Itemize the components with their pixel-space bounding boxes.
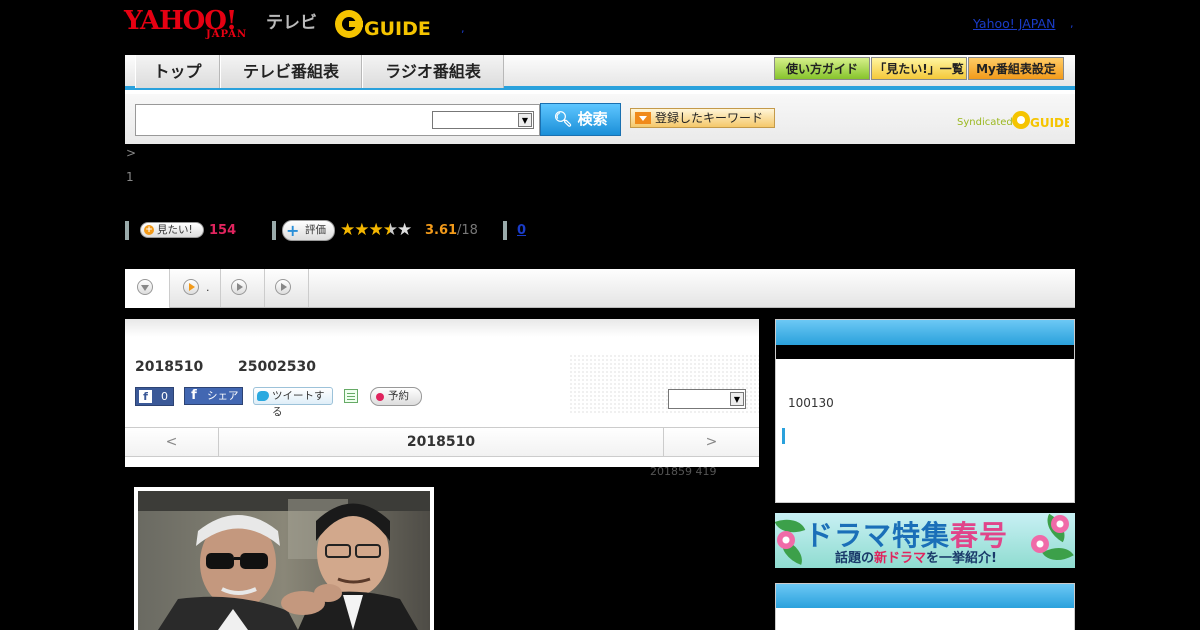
- want-to-watch-count: 154: [209, 223, 237, 238]
- subtab-3[interactable]: [221, 269, 265, 307]
- broadcast-time: 25002530: [238, 359, 316, 375]
- rate-button[interactable]: + 評価: [282, 220, 335, 241]
- program-photo: [134, 487, 434, 630]
- nav-tab-top[interactable]: トップ: [135, 55, 220, 88]
- subtab-4[interactable]: [265, 269, 309, 307]
- logo-japan-text: JAPAN: [206, 29, 248, 40]
- play-icon: [275, 279, 291, 295]
- sidebar-panel-2: [775, 583, 1075, 630]
- gguide-logo-text: GUIDE: [364, 18, 431, 40]
- play-icon: [231, 279, 247, 295]
- want-to-watch-list-button[interactable]: 「見たい!」一覧: [871, 57, 967, 80]
- calendar-add-icon[interactable]: [344, 389, 358, 403]
- record-reservation-label: 予約: [388, 390, 409, 402]
- nav-tabs: トップ テレビ番組表 ラジオ番組表 使い方ガイド 「見たい!」一覧 My番組表設…: [125, 55, 1075, 90]
- want-to-watch-button[interactable]: + 見たい!: [140, 222, 204, 238]
- current-day: 2018510: [406, 434, 476, 450]
- sidebar-count: 100130: [788, 396, 834, 410]
- sidebar-panel: 100130: [775, 319, 1075, 503]
- facebook-icon: f: [191, 388, 197, 403]
- header-separator: ,: [461, 22, 465, 35]
- plus-icon: +: [144, 225, 154, 235]
- program-photo-image: [138, 491, 430, 630]
- rate-label: 評価: [305, 224, 326, 236]
- search-icon: 🔍︎: [553, 110, 573, 128]
- day-navigation: < 2018510 >: [125, 427, 759, 457]
- yahoo-japan-logo[interactable]: YAHOO! JAPAN: [124, 6, 264, 42]
- banner-subtitle: 話題の新ドラマを一挙紹介!: [835, 551, 997, 566]
- sidebar-panel-2-header: [776, 584, 1074, 608]
- sidebar-panel-header: [776, 320, 1074, 345]
- next-day-button[interactable]: >: [663, 428, 759, 456]
- flower-icon: [1031, 535, 1049, 553]
- subtab-overview[interactable]: [125, 269, 170, 308]
- subtab-2-label: .: [206, 281, 210, 294]
- flower-icon: [1051, 515, 1069, 533]
- tweet-button[interactable]: ツイートする: [253, 387, 333, 418]
- syndicated-gguide-logo: Syndicated GUIDE: [957, 108, 1069, 132]
- chevron-down-icon: ▼: [518, 113, 532, 127]
- usage-guide-button[interactable]: 使い方ガイド: [774, 57, 870, 80]
- global-navigation: トップ テレビ番組表 ラジオ番組表 使い方ガイド 「見たい!」一覧 My番組表設…: [125, 55, 1075, 144]
- triangle-down-icon: [137, 279, 153, 295]
- facebook-like-button[interactable]: f 0: [135, 387, 174, 406]
- star-half-icon: ★: [382, 220, 398, 240]
- program-info-panel: 2018510 25002530 f 0 f シェア ツイートする 予約 ▼ <…: [125, 319, 759, 467]
- svg-text:GUIDE: GUIDE: [1030, 116, 1069, 130]
- gguide-small-logo-icon: GUIDE: [1012, 111, 1069, 130]
- yahoo-link-suffix: ,: [1070, 17, 1074, 30]
- search-button[interactable]: 🔍︎ 検索: [540, 103, 621, 136]
- update-info: 201859 419: [650, 465, 717, 478]
- want-to-watch-label: 見たい!: [157, 224, 193, 236]
- saved-keywords-button[interactable]: 登録したキーワード: [630, 108, 775, 128]
- star-icon: ★: [368, 220, 384, 240]
- record-icon: [376, 393, 384, 401]
- syndicated-text: Syndicated: [957, 117, 1013, 128]
- plus-icon: +: [286, 221, 300, 240]
- play-orange-icon: [183, 279, 199, 295]
- divider: [782, 428, 785, 444]
- program-subtabs: .: [125, 269, 1075, 308]
- search-category-select[interactable]: ▼: [432, 111, 534, 129]
- divider: [503, 221, 507, 240]
- record-reservation-button[interactable]: 予約: [370, 387, 422, 406]
- subtab-2[interactable]: .: [170, 269, 221, 307]
- saved-keywords-label: 登録したキーワード: [655, 111, 764, 125]
- tweet-label: ツイートする: [272, 390, 325, 418]
- flower-icon: [777, 531, 795, 549]
- divider: [272, 221, 276, 240]
- yahoo-japan-link[interactable]: Yahoo! JAPAN: [973, 16, 1055, 31]
- rating-value: 3.61: [425, 223, 458, 238]
- my-listing-settings-button[interactable]: My番組表設定: [968, 57, 1064, 80]
- star-icon: ★: [340, 220, 355, 240]
- chevron-down-icon: ▼: [730, 392, 744, 406]
- star-icon: ★: [354, 220, 369, 240]
- breadcrumb: >: [126, 146, 137, 160]
- star-rating: ★★★★★: [340, 220, 412, 240]
- review-count-link[interactable]: 0: [517, 223, 526, 238]
- nav-tab-tv-listings[interactable]: テレビ番組表: [220, 55, 362, 88]
- service-name[interactable]: テレビ: [266, 8, 317, 33]
- drama-special-banner[interactable]: ドラマ特集春号 話題の新ドラマを一挙紹介!: [775, 513, 1075, 568]
- facebook-share-label: シェア: [207, 390, 239, 402]
- gguide-logo[interactable]: GUIDE: [334, 6, 434, 42]
- previous-day-button[interactable]: <: [125, 428, 219, 456]
- program-action-select[interactable]: ▼: [668, 389, 746, 409]
- rating-count: /18: [457, 223, 478, 238]
- search-button-label: 検索: [577, 110, 608, 128]
- facebook-icon: f: [139, 390, 152, 403]
- divider: [125, 221, 129, 240]
- facebook-share-button[interactable]: f シェア: [184, 387, 243, 405]
- nav-tab-radio-listings[interactable]: ラジオ番組表: [362, 55, 504, 88]
- twitter-bird-icon: [257, 391, 269, 401]
- dropdown-arrow-icon: [635, 112, 651, 124]
- broadcast-date: 2018510: [135, 359, 204, 375]
- star-empty-icon: ★: [397, 220, 412, 240]
- episode-number: 1: [126, 170, 134, 184]
- gguide-logo-icon: GUIDE: [335, 10, 431, 40]
- facebook-like-count: 0: [161, 390, 168, 403]
- search-area: ▼ 🔍︎ 検索 登録したキーワード Syndicated GUIDE: [125, 94, 1075, 144]
